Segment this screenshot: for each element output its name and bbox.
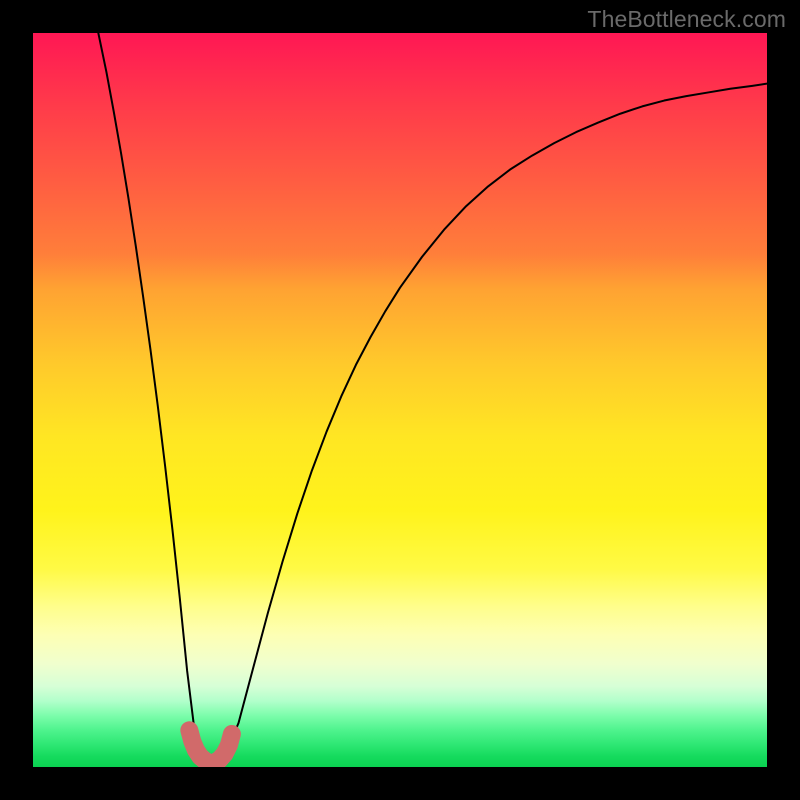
curve-layer (33, 33, 767, 767)
plot-area (33, 33, 767, 767)
chart-frame: TheBottleneck.com (0, 0, 800, 800)
bottleneck-curve (98, 33, 767, 763)
watermark-text: TheBottleneck.com (587, 6, 786, 33)
optimal-region-marker (189, 730, 232, 763)
